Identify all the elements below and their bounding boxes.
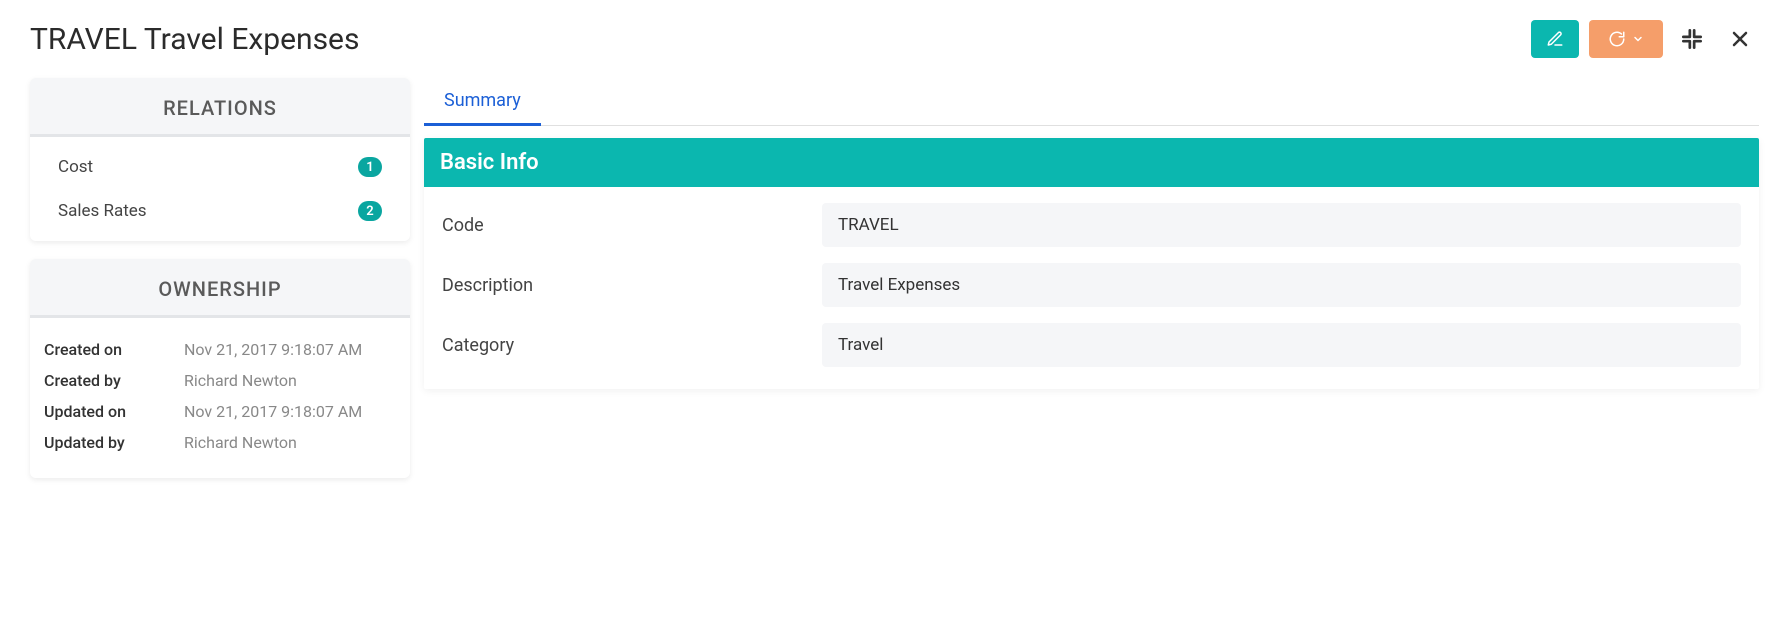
collapse-button[interactable] [1673,20,1711,58]
ownership-row: Created on Nov 21, 2017 9:18:07 AM [44,334,396,365]
ownership-value: Richard Newton [184,433,297,452]
edit-button[interactable] [1531,20,1579,58]
field-value: TRAVEL [822,203,1741,247]
page-title: TRAVEL Travel Expenses [30,22,359,57]
field-row-description: Description Travel Expenses [442,263,1741,307]
workflow-dropdown-button[interactable] [1589,20,1663,58]
basic-info-header: Basic Info [424,138,1759,187]
ownership-row: Updated by Richard Newton [44,427,396,458]
header-row: TRAVEL Travel Expenses [30,20,1759,58]
relation-count-badge: 1 [358,157,382,177]
workflow-icon [1608,30,1626,48]
ownership-value: Richard Newton [184,371,297,390]
content-area: RELATIONS Cost 1 Sales Rates 2 OWNERSHIP… [30,78,1759,496]
pencil-icon [1546,30,1564,48]
ownership-header: OWNERSHIP [30,259,410,318]
field-label: Code [442,215,822,236]
field-label: Description [442,275,822,296]
ownership-label: Created on [44,340,184,359]
ownership-row: Updated on Nov 21, 2017 9:18:07 AM [44,396,396,427]
relation-count-badge: 2 [358,201,382,221]
chevron-down-icon [1632,33,1644,45]
relation-label: Cost [58,157,93,177]
ownership-label: Created by [44,371,184,390]
tab-summary[interactable]: Summary [424,78,541,126]
minimize-icon [1679,26,1705,52]
main-area: Summary Basic Info Code TRAVEL Descripti… [424,78,1759,389]
ownership-label: Updated on [44,402,184,421]
ownership-value: Nov 21, 2017 9:18:07 AM [184,402,362,421]
relations-panel: RELATIONS Cost 1 Sales Rates 2 [30,78,410,241]
field-value: Travel [822,323,1741,367]
ownership-body: Created on Nov 21, 2017 9:18:07 AM Creat… [30,318,410,478]
ownership-label: Updated by [44,433,184,452]
close-button[interactable] [1721,20,1759,58]
relations-header: RELATIONS [30,78,410,137]
ownership-row: Created by Richard Newton [44,365,396,396]
close-icon [1728,27,1752,51]
relation-item-cost[interactable]: Cost 1 [30,145,410,189]
basic-info-body: Code TRAVEL Description Travel Expenses … [424,187,1759,389]
field-value: Travel Expenses [822,263,1741,307]
field-label: Category [442,335,822,356]
relation-label: Sales Rates [58,201,147,221]
relation-item-sales-rates[interactable]: Sales Rates 2 [30,189,410,233]
field-row-code: Code TRAVEL [442,203,1741,247]
ownership-panel: OWNERSHIP Created on Nov 21, 2017 9:18:0… [30,259,410,478]
field-row-category: Category Travel [442,323,1741,367]
tab-bar: Summary [424,78,1759,126]
relations-list: Cost 1 Sales Rates 2 [30,137,410,241]
basic-info-card: Basic Info Code TRAVEL Description Trave… [424,138,1759,389]
header-actions [1531,20,1759,58]
ownership-value: Nov 21, 2017 9:18:07 AM [184,340,362,359]
sidebar: RELATIONS Cost 1 Sales Rates 2 OWNERSHIP… [30,78,410,496]
